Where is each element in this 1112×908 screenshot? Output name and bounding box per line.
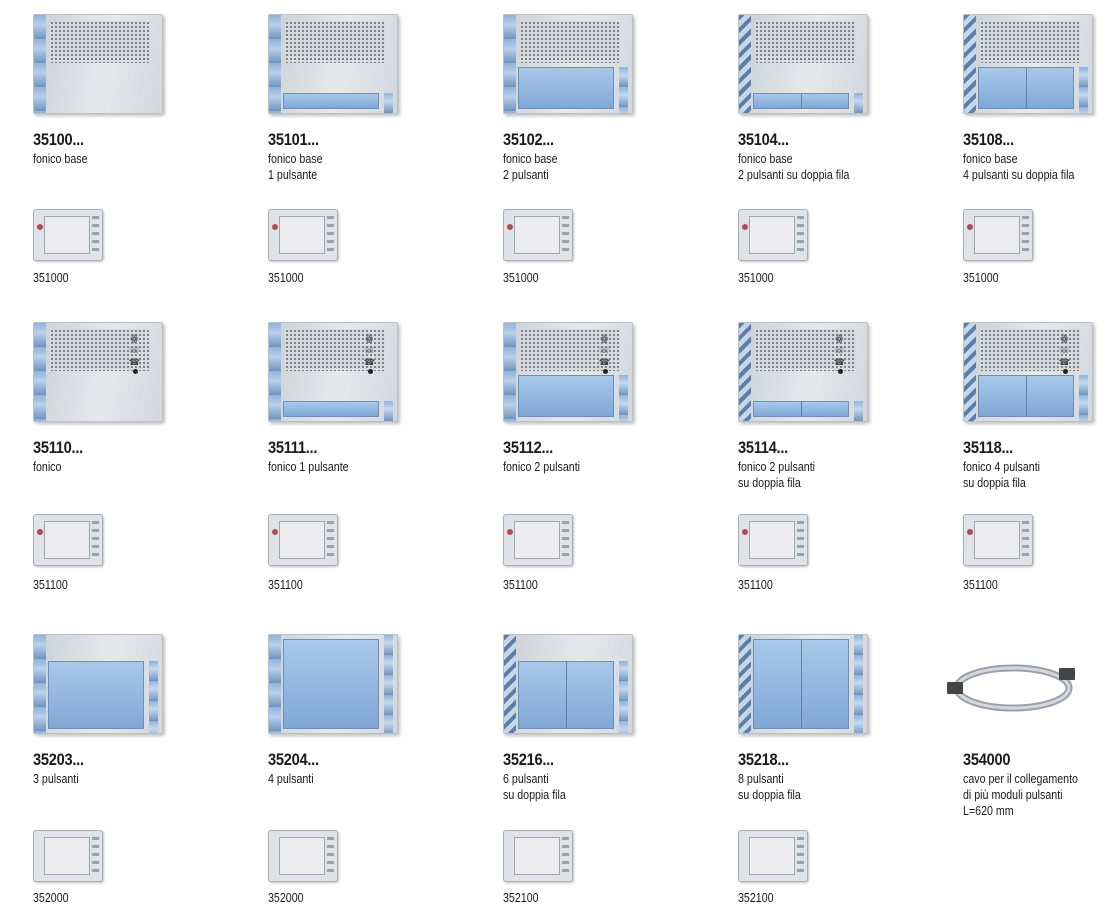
product-code: 35111... <box>268 438 318 457</box>
panel-image <box>963 14 1093 114</box>
panel-image <box>33 14 163 114</box>
product-desc: fonico 2 pulsanti <box>738 459 816 474</box>
product-desc: fonico base <box>33 151 88 166</box>
cable-image <box>947 664 1075 712</box>
product-desc-2: 2 pulsanti <box>503 167 549 182</box>
panel-image <box>268 14 398 114</box>
product-desc: 3 pulsanti <box>33 771 79 786</box>
frame-code: 352000 <box>268 890 304 905</box>
frame-code: 351100 <box>503 577 538 592</box>
frame-code: 351000 <box>963 270 999 285</box>
panel-image <box>738 14 868 114</box>
product-desc: cavo per il collegamento <box>963 771 1078 786</box>
frame-image <box>33 514 103 566</box>
product-code: 35118... <box>963 438 1013 457</box>
product-code: 354000 <box>963 750 1011 769</box>
product-desc-2: 2 pulsanti su doppia fila <box>738 167 850 182</box>
product-code: 35216... <box>503 750 554 769</box>
product-code: 35218... <box>738 750 789 769</box>
panel-image <box>33 634 163 734</box>
frame-image <box>268 830 338 882</box>
panel-image: ꙮ ☏ ☎ <box>503 322 633 422</box>
product-desc-2: su doppia fila <box>738 787 801 802</box>
frame-image <box>963 514 1033 566</box>
speaker-symbols-icon: ꙮ ☏ ☎ <box>128 334 140 368</box>
panel-image <box>503 634 633 734</box>
product-desc: fonico <box>33 459 62 474</box>
product-code: 35100... <box>33 130 84 149</box>
product-desc: fonico base <box>738 151 793 166</box>
frame-code: 352100 <box>503 890 539 905</box>
frame-image <box>738 514 808 566</box>
panel-image <box>503 14 633 114</box>
product-code: 35203... <box>33 750 84 769</box>
product-desc-2: su doppia fila <box>738 475 801 490</box>
frame-image <box>503 830 573 882</box>
product-desc-2: di più moduli pulsanti <box>963 787 1063 802</box>
frame-code: 351000 <box>33 270 69 285</box>
panel-image: ꙮ ☏ ☎ <box>963 322 1093 422</box>
speaker-symbols-icon: ꙮ ☏ ☎ <box>833 334 845 368</box>
frame-code: 351100 <box>738 577 773 592</box>
product-code: 35204... <box>268 750 319 769</box>
product-desc-3: L=620 mm <box>963 803 1014 818</box>
frame-code: 352100 <box>738 890 774 905</box>
product-desc: 8 pulsanti <box>738 771 784 786</box>
frame-code: 351000 <box>268 270 304 285</box>
product-code: 35102... <box>503 130 554 149</box>
product-desc: 6 pulsanti <box>503 771 549 786</box>
product-desc: fonico base <box>963 151 1018 166</box>
panel-image: ꙮ ☏ ☎ <box>268 322 398 422</box>
frame-code: 351100 <box>963 577 998 592</box>
product-desc-2: su doppia fila <box>963 475 1026 490</box>
product-code: 35114... <box>738 438 788 457</box>
frame-image <box>268 209 338 261</box>
frame-image <box>268 514 338 566</box>
product-code: 35108... <box>963 130 1014 149</box>
frame-image <box>963 209 1033 261</box>
product-desc-2: su doppia fila <box>503 787 566 802</box>
speaker-symbols-icon: ꙮ ☏ ☎ <box>598 334 610 368</box>
frame-image <box>738 830 808 882</box>
frame-image <box>33 830 103 882</box>
panel-image <box>738 634 868 734</box>
frame-image <box>503 209 573 261</box>
product-desc-2: 4 pulsanti su doppia fila <box>963 167 1075 182</box>
product-desc: fonico 2 pulsanti <box>503 459 581 474</box>
frame-image <box>738 209 808 261</box>
frame-code: 351000 <box>503 270 539 285</box>
product-desc: 4 pulsanti <box>268 771 314 786</box>
frame-code: 351100 <box>268 577 303 592</box>
frame-code: 352000 <box>33 890 69 905</box>
product-code: 35104... <box>738 130 789 149</box>
product-desc-2: 1 pulsante <box>268 167 318 182</box>
product-desc: fonico base <box>268 151 323 166</box>
speaker-symbols-icon: ꙮ ☏ ☎ <box>1058 334 1070 368</box>
product-code: 35101... <box>268 130 319 149</box>
product-code: 35110... <box>33 438 83 457</box>
panel-image: ꙮ ☏ ☎ <box>33 322 163 422</box>
product-desc: fonico 4 pulsanti <box>963 459 1041 474</box>
frame-image <box>33 209 103 261</box>
panel-image: ꙮ ☏ ☎ <box>738 322 868 422</box>
product-desc: fonico base <box>503 151 558 166</box>
product-desc: fonico 1 pulsante <box>268 459 349 474</box>
speaker-symbols-icon: ꙮ ☏ ☎ <box>363 334 375 368</box>
frame-code: 351000 <box>738 270 774 285</box>
frame-image <box>503 514 573 566</box>
frame-code: 351100 <box>33 577 68 592</box>
panel-image <box>268 634 398 734</box>
product-code: 35112... <box>503 438 553 457</box>
